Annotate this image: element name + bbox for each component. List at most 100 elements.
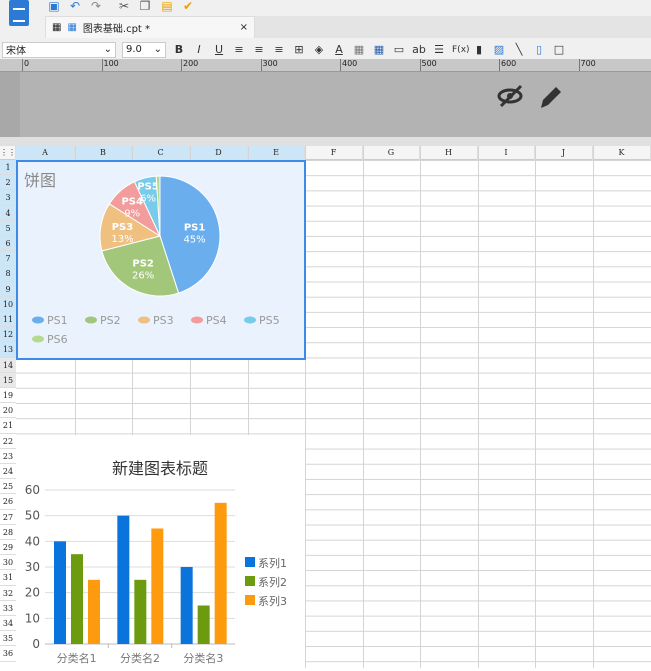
row-header-22[interactable]: 22 <box>0 433 16 449</box>
row-header-26[interactable]: 26 <box>0 494 16 510</box>
copy-icon[interactable]: ❐ <box>138 0 152 12</box>
row-header-14[interactable]: 14 <box>0 357 16 373</box>
border-icon[interactable]: ⊞ <box>292 43 306 56</box>
hide-eye-icon[interactable] <box>497 84 525 114</box>
font-color-icon[interactable]: A <box>332 43 346 56</box>
grid-line <box>478 146 479 668</box>
row-header-13[interactable]: 13 <box>0 342 16 358</box>
row-header-11[interactable]: 11 <box>0 312 16 328</box>
column-header-K[interactable]: K <box>593 146 651 160</box>
row-header-23[interactable]: 23 <box>0 448 16 464</box>
column-header-G[interactable]: G <box>363 146 420 160</box>
row-header-9[interactable]: 9 <box>0 281 16 297</box>
row-header-24[interactable]: 24 <box>0 464 16 480</box>
cut-icon[interactable]: ✂ <box>117 0 131 12</box>
pie-label-name: PS5 <box>137 182 159 193</box>
pie-chart[interactable]: 饼图 PS1 45% PS2 26% PS3 13% PS4 9% PS5 6% PS1 PS2 PS3 P… <box>16 160 306 360</box>
save-icon[interactable]: ▣ <box>47 0 61 12</box>
format-toolbar: 宋体 ⌄ 9.0 ⌄ B I U ≡ ≡ ≡ ⊞ ◈ A ▦ ▦ ▭ ab ☰ F(… <box>0 40 651 59</box>
bar-系列2-分类名1 <box>71 554 83 644</box>
formula-button[interactable]: F(x) <box>452 45 470 55</box>
font-family-select[interactable]: 宋体 ⌄ <box>2 41 116 58</box>
column-header-J[interactable]: J <box>535 146 593 160</box>
column-header-I[interactable]: I <box>478 146 535 160</box>
align-left-icon[interactable]: ≡ <box>232 43 246 56</box>
slash-cell-icon[interactable]: ╲ <box>512 43 526 56</box>
row-header-10[interactable]: 10 <box>0 296 16 312</box>
paste-icon[interactable]: ▤ <box>160 0 174 12</box>
x-tick-label: 分类名1 <box>57 651 97 665</box>
row-header-6[interactable]: 6 <box>0 236 16 252</box>
tab-chart-basics[interactable]: ▦ ▦ 图表基础.cpt * × <box>45 16 255 38</box>
row-header-5[interactable]: 5 <box>0 220 16 236</box>
grid-line <box>593 146 594 668</box>
column-header-E[interactable]: E <box>248 146 305 160</box>
x-tick-label: 分类名3 <box>183 651 223 665</box>
pie-label-percent: 13% <box>111 234 133 245</box>
legend-marker <box>85 316 97 324</box>
row-header-15[interactable]: 15 <box>0 372 16 388</box>
row-header-21[interactable]: 21 <box>0 418 16 434</box>
row-header-4[interactable]: 4 <box>0 205 16 221</box>
legend-marker <box>32 335 44 343</box>
rich-text-button[interactable]: ab <box>412 43 426 56</box>
bar-chart-title: 新建图表标题 <box>112 459 208 478</box>
row-header-36[interactable]: 36 <box>0 646 16 662</box>
separator <box>0 137 651 146</box>
pie-label-percent: 26% <box>132 271 154 282</box>
row-header-7[interactable]: 7 <box>0 251 16 267</box>
column-header-H[interactable]: H <box>420 146 478 160</box>
italic-button[interactable]: I <box>192 43 206 56</box>
row-header-19[interactable]: 19 <box>0 388 16 404</box>
row-header-2[interactable]: 2 <box>0 175 16 191</box>
ruler-tick: 200 <box>181 59 198 71</box>
y-tick-label: 20 <box>25 586 40 600</box>
row-header-12[interactable]: 12 <box>0 327 16 343</box>
row-header-20[interactable]: 20 <box>0 403 16 419</box>
column-header-F[interactable]: F <box>305 146 363 160</box>
text-cell-icon[interactable]: ▭ <box>392 43 406 56</box>
insert-image-icon[interactable]: ▨ <box>492 43 506 56</box>
font-size-value: 9.0 <box>126 44 142 55</box>
paragraph-icon[interactable]: ☰ <box>432 43 446 56</box>
row-header-28[interactable]: 28 <box>0 524 16 540</box>
column-header-C[interactable]: C <box>132 146 190 160</box>
row-header-1[interactable]: 1 <box>0 160 16 176</box>
cell-border-icon[interactable]: □ <box>552 43 566 56</box>
row-header-33[interactable]: 33 <box>0 600 16 616</box>
parameter-pane-ruler <box>0 72 20 137</box>
format-brush-icon[interactable]: ✔ <box>181 0 195 12</box>
select-all-corner[interactable]: ⋮⋮ <box>0 146 16 160</box>
app-menu-icon[interactable] <box>9 0 29 26</box>
row-header-29[interactable]: 29 <box>0 540 16 556</box>
row-header-30[interactable]: 30 <box>0 555 16 571</box>
undo-icon[interactable]: ↶ <box>68 0 82 12</box>
bar-系列3-分类名3 <box>214 502 227 644</box>
edit-pencil-icon[interactable] <box>537 84 563 113</box>
redo-icon[interactable]: ↷ <box>89 0 103 12</box>
align-right-icon[interactable]: ≡ <box>272 43 286 56</box>
merge-cells-icon[interactable]: ▦ <box>352 43 366 56</box>
fill-color-icon[interactable]: ◈ <box>312 43 326 56</box>
column-header-D[interactable]: D <box>190 146 248 160</box>
row-header-27[interactable]: 27 <box>0 509 16 525</box>
bar-chart[interactable]: 新建图表标题 0 10 20 30 40 50 60 分类名1 分类名2 分类名3 系列1 系列2 系列3 <box>16 435 305 668</box>
font-size-select[interactable]: 9.0 ⌄ <box>122 41 166 58</box>
row-header-34[interactable]: 34 <box>0 616 16 632</box>
row-header-25[interactable]: 25 <box>0 479 16 495</box>
insert-chart-icon[interactable]: ▮ <box>472 43 486 56</box>
row-header-8[interactable]: 8 <box>0 266 16 282</box>
subreport-icon[interactable]: ▯ <box>532 43 546 56</box>
row-header-3[interactable]: 3 <box>0 190 16 206</box>
row-header-35[interactable]: 35 <box>0 631 16 647</box>
bold-button[interactable]: B <box>172 43 186 56</box>
split-cells-icon[interactable]: ▦ <box>372 43 386 56</box>
align-center-icon[interactable]: ≡ <box>252 43 266 56</box>
column-header-A[interactable]: A <box>16 146 75 160</box>
column-header-B[interactable]: B <box>75 146 132 160</box>
legend-marker <box>245 595 255 605</box>
row-header-31[interactable]: 31 <box>0 570 16 586</box>
underline-button[interactable]: U <box>212 43 226 56</box>
row-header-32[interactable]: 32 <box>0 585 16 601</box>
close-tab-button[interactable]: × <box>240 22 248 33</box>
